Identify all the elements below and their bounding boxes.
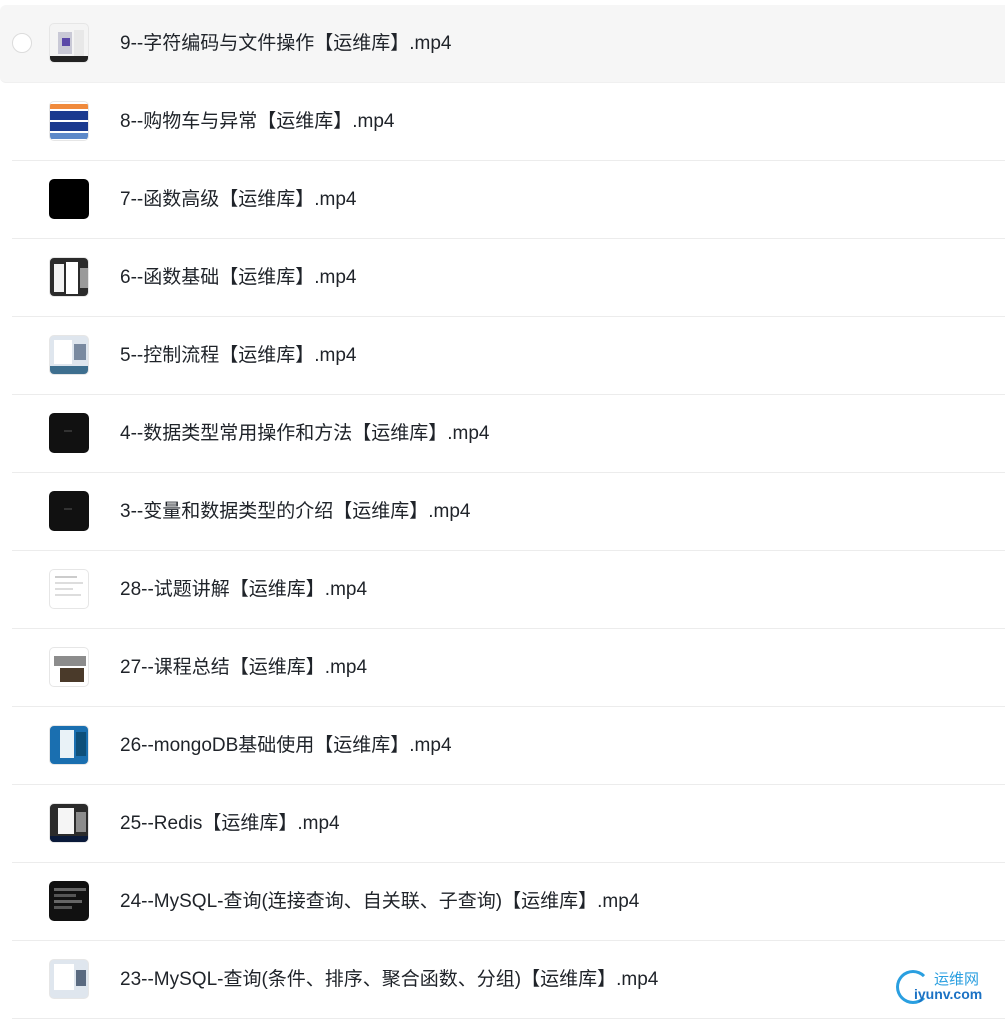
file-name[interactable]: 25--Redis【运维库】.mp4 [120,812,340,836]
file-row[interactable]: 28--试题讲解【运维库】.mp4 [12,551,1005,629]
file-name[interactable]: 24--MySQL-查询(连接查询、自关联、子查询)【运维库】.mp4 [120,890,639,914]
file-name[interactable]: 5--控制流程【运维库】.mp4 [120,344,356,368]
video-thumbnail [49,725,89,765]
video-thumbnail [49,569,89,609]
file-row[interactable]: 6--函数基础【运维库】.mp4 [12,239,1005,317]
file-row[interactable]: 9--字符编码与文件操作【运维库】.mp4 [0,5,1005,83]
file-row[interactable]: 23--MySQL-查询(条件、排序、聚合函数、分组)【运维库】.mp4 [12,941,1005,1019]
file-name[interactable]: 7--函数高级【运维库】.mp4 [120,188,356,212]
video-thumbnail [49,647,89,687]
file-name[interactable]: 8--购物车与异常【运维库】.mp4 [120,110,394,134]
video-thumbnail [49,23,89,63]
file-row[interactable]: 7--函数高级【运维库】.mp4 [12,161,1005,239]
file-row[interactable]: 25--Redis【运维库】.mp4 [12,785,1005,863]
file-row[interactable]: 27--课程总结【运维库】.mp4 [12,629,1005,707]
file-row[interactable]: 24--MySQL-查询(连接查询、自关联、子查询)【运维库】.mp4 [12,863,1005,941]
video-thumbnail [49,413,89,453]
file-name[interactable]: 3--变量和数据类型的介绍【运维库】.mp4 [120,500,470,524]
file-name[interactable]: 28--试题讲解【运维库】.mp4 [120,578,367,602]
video-thumbnail [49,959,89,999]
video-thumbnail [49,803,89,843]
file-name[interactable]: 6--函数基础【运维库】.mp4 [120,266,356,290]
file-name[interactable]: 9--字符编码与文件操作【运维库】.mp4 [120,32,451,56]
file-name[interactable]: 27--课程总结【运维库】.mp4 [120,656,367,680]
file-list: 9--字符编码与文件操作【运维库】.mp4 8--购物车与异常【运维库】.mp4… [0,5,1005,1019]
video-thumbnail [49,257,89,297]
video-thumbnail [49,101,89,141]
file-row[interactable]: 4--数据类型常用操作和方法【运维库】.mp4 [12,395,1005,473]
file-row[interactable]: 26--mongoDB基础使用【运维库】.mp4 [12,707,1005,785]
video-thumbnail [49,335,89,375]
select-radio[interactable] [12,33,32,53]
video-thumbnail [49,881,89,921]
video-thumbnail [49,491,89,531]
file-row[interactable]: 8--购物车与异常【运维库】.mp4 [12,83,1005,161]
file-row[interactable]: 5--控制流程【运维库】.mp4 [12,317,1005,395]
watermark-logo: 运维网 iyunv.com [894,966,999,1008]
file-name[interactable]: 23--MySQL-查询(条件、排序、聚合函数、分组)【运维库】.mp4 [120,968,658,992]
file-row[interactable]: 3--变量和数据类型的介绍【运维库】.mp4 [12,473,1005,551]
file-name[interactable]: 26--mongoDB基础使用【运维库】.mp4 [120,734,452,758]
file-name[interactable]: 4--数据类型常用操作和方法【运维库】.mp4 [120,422,489,446]
video-thumbnail [49,179,89,219]
watermark-text-bottom: iyunv.com [914,986,983,1002]
